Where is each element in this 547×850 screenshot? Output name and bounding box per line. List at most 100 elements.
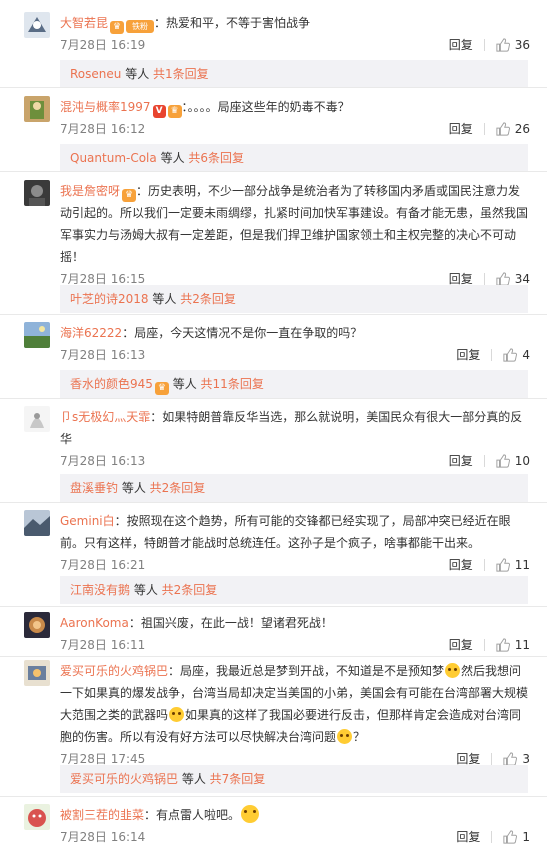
author-name[interactable]: 被割三茬的韭菜 (60, 808, 144, 822)
divider (483, 639, 485, 651)
divider (0, 606, 547, 607)
thumbs-up-icon (496, 454, 510, 468)
crown-icon: ♛ (110, 21, 125, 34)
comment-text: 祖国兴废，在此一战！望诸君死战！ (140, 616, 333, 630)
thumbs-up-icon (496, 272, 510, 286)
divider (491, 349, 493, 361)
avatar[interactable] (24, 12, 50, 38)
like-button[interactable]: 36 (496, 34, 530, 56)
divider (483, 455, 485, 467)
author-name[interactable]: 大智若昆 (60, 16, 108, 30)
avatar[interactable] (24, 612, 50, 638)
like-button[interactable]: 26 (496, 118, 530, 140)
reply-summary[interactable]: 江南没有鹅 等人 共2条回复 (60, 576, 528, 604)
reply-user[interactable]: 爱买可乐的火鸡锅巴 (70, 772, 178, 786)
avatar[interactable] (24, 322, 50, 348)
more-replies-link[interactable]: 共7条回复 (210, 772, 266, 786)
like-count: 10 (514, 454, 530, 468)
comment-text: 热爱和平，不等于害怕战争 (166, 16, 311, 30)
comment-text: 按照现在这个趋势，所有可能的交锋都已经实现了，局部冲突已经近在眼前。只有这样，特… (60, 514, 511, 550)
avatar[interactable] (24, 510, 50, 536)
reply-user[interactable]: Quantum-Cola (70, 151, 157, 165)
comment-text-part: ？ (353, 730, 366, 744)
reply-user[interactable]: 盘溪垂钓 (70, 481, 118, 495)
reply-button[interactable]: 回复 (449, 118, 473, 140)
comment-text-part: 局座，我最近总是梦到开战，不知道是不是预知梦 (180, 664, 445, 678)
like-button[interactable]: 4 (503, 344, 530, 366)
divider (0, 656, 547, 657)
author-name[interactable]: 卩s无极幻灬天霏 (60, 410, 150, 424)
comment-time: 7月28日 16:19 (60, 38, 146, 52)
author-name[interactable]: 海洋62222 (60, 326, 122, 340)
reply-summary[interactable]: 爱买可乐的火鸡锅巴 等人 共7条回复 (60, 765, 528, 793)
avatar[interactable] (24, 660, 50, 686)
divider (0, 796, 547, 797)
comment-time: 7月28日 16:11 (60, 638, 146, 652)
reply-summary[interactable]: Quantum-Cola 等人 共6条回复 (60, 144, 528, 172)
like-button[interactable]: 10 (496, 450, 530, 472)
more-replies-link[interactable]: 共2条回复 (180, 292, 236, 306)
reply-button[interactable]: 回复 (456, 826, 480, 848)
thumbs-up-icon (496, 38, 510, 52)
thumbs-up-icon (496, 638, 510, 652)
reply-summary[interactable]: 香水的颜色945 ♛ 等人 共11条回复 (60, 370, 528, 398)
author-name[interactable]: AaronKoma (60, 616, 129, 630)
crown-icon: ♛ (122, 189, 137, 202)
like-button[interactable]: 11 (496, 554, 530, 576)
verified-icon: V (152, 105, 166, 118)
divider (483, 39, 485, 51)
thumbs-up-icon (503, 752, 518, 766)
reply-summary[interactable]: 盘溪垂钓 等人 共2条回复 (60, 474, 528, 502)
thumbs-up-icon (503, 348, 518, 362)
divider (0, 171, 547, 172)
more-replies-link[interactable]: 共1条回复 (153, 67, 209, 81)
like-count: 11 (514, 558, 530, 572)
shocked-emoji-icon (241, 805, 260, 823)
thumbs-up-icon (503, 830, 518, 844)
reply-button[interactable]: 回复 (449, 634, 473, 656)
author-name[interactable]: 爱买可乐的火鸡锅巴 (60, 664, 168, 678)
reply-user[interactable]: 香水的颜色945 (70, 377, 153, 391)
reply-button[interactable]: 回复 (449, 554, 473, 576)
reply-summary[interactable]: Roseneu 等人 共1条回复 (60, 60, 528, 88)
like-count: 1 (522, 830, 530, 844)
like-count: 26 (514, 122, 530, 136)
avatar[interactable] (24, 804, 50, 830)
reply-button[interactable]: 回复 (456, 344, 480, 366)
thinking-emoji-icon (337, 729, 353, 744)
reply-user[interactable]: 江南没有鹅 (70, 583, 130, 597)
thumbs-up-icon (496, 558, 510, 572)
avatar[interactable] (24, 96, 50, 122)
divider (491, 831, 493, 843)
divider (483, 123, 485, 135)
more-replies-link[interactable]: 共11条回复 (201, 377, 264, 391)
author-name[interactable]: 我是詹密呀 (60, 184, 120, 198)
more-replies-link[interactable]: 共2条回复 (162, 583, 218, 597)
divider (491, 753, 493, 765)
comment-time: 7月28日 16:14 (60, 830, 146, 844)
reply-user[interactable]: Roseneu (70, 67, 121, 81)
grin-emoji-icon (445, 663, 461, 678)
more-replies-link[interactable]: 共6条回复 (188, 151, 244, 165)
comment-text: 局座，今天这情况不是你一直在争取的吗？ (134, 326, 363, 340)
author-name[interactable]: 混沌与概率1997 (60, 100, 151, 114)
author-name[interactable]: Gemini白 (60, 514, 115, 528)
divider (0, 502, 547, 503)
avatar[interactable] (24, 406, 50, 432)
like-button[interactable]: 11 (496, 634, 530, 656)
divider (0, 87, 547, 88)
comment-time: 7月28日 16:21 (60, 558, 146, 572)
comment-time: 7月28日 16:13 (60, 454, 146, 468)
reply-button[interactable]: 回复 (449, 34, 473, 56)
crown-icon: ♛ (154, 382, 169, 395)
thumbs-up-icon (496, 122, 510, 136)
comment-text: 。。。。局座这些年的奶毒不毒？ (187, 100, 350, 114)
avatar[interactable] (24, 180, 50, 206)
reply-user[interactable]: 叶芝的诗2018 (70, 292, 149, 306)
divider (0, 314, 547, 315)
reply-summary[interactable]: 叶芝的诗2018 等人 共2条回复 (60, 285, 528, 313)
fan-badge: 铁粉 (126, 20, 155, 33)
like-button[interactable]: 1 (503, 826, 530, 848)
reply-button[interactable]: 回复 (449, 450, 473, 472)
more-replies-link[interactable]: 共2条回复 (150, 481, 206, 495)
